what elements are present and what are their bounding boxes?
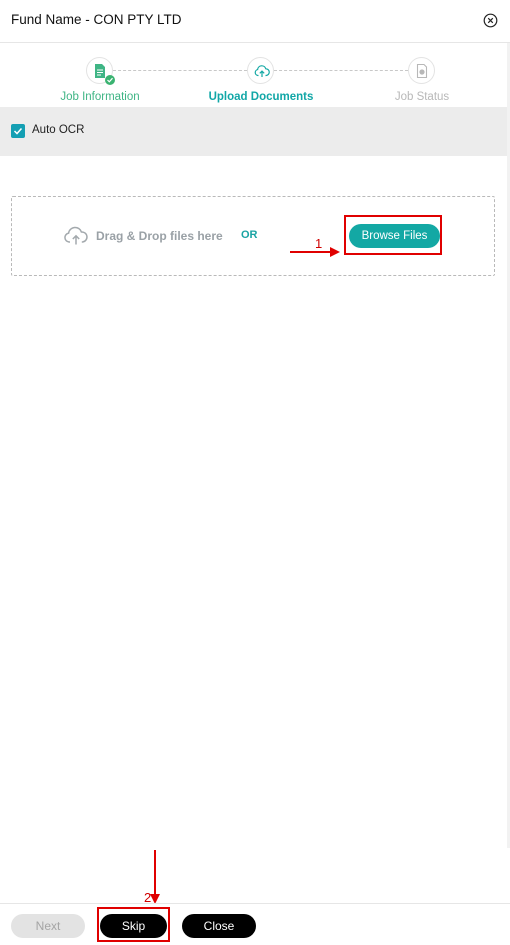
modal-footer: Next Skip Close: [0, 903, 510, 945]
check-badge-icon: [105, 75, 115, 85]
modal-header: Fund Name - CON PTY LTD: [0, 0, 510, 43]
step-label-job-status: Job Status: [394, 91, 450, 103]
auto-ocr-checkbox[interactable]: [11, 124, 25, 138]
step-connector: [113, 70, 247, 71]
step-label-upload-documents: Upload Documents: [208, 91, 314, 103]
step-job-status[interactable]: [408, 57, 435, 84]
status-document-icon: [416, 63, 428, 79]
auto-ocr-label: Auto OCR: [32, 124, 85, 136]
annotation-arrow-right-icon: [290, 247, 340, 257]
step-job-information[interactable]: [86, 57, 115, 85]
cloud-upload-icon: [254, 65, 270, 77]
annotation-box-skip: [97, 907, 170, 942]
next-button[interactable]: Next: [11, 914, 85, 938]
step-label-job-information: Job Information: [60, 91, 140, 103]
step-connector: [274, 70, 408, 71]
annotation-box-browse: [344, 215, 442, 255]
cloud-upload-icon: [64, 226, 88, 245]
close-button[interactable]: Close: [182, 914, 256, 938]
drag-drop-text: Drag & Drop files here: [96, 229, 223, 243]
close-circle-icon[interactable]: [483, 13, 498, 28]
modal-title: Fund Name - CON PTY LTD: [11, 12, 182, 27]
checkmark-icon: [13, 127, 23, 135]
or-separator: OR: [241, 229, 258, 241]
progress-stepper: Job Information Upload Documents Job Sta…: [0, 43, 510, 107]
ocr-options-bar: Auto OCR: [0, 107, 510, 156]
step-upload-documents[interactable]: [247, 57, 274, 84]
